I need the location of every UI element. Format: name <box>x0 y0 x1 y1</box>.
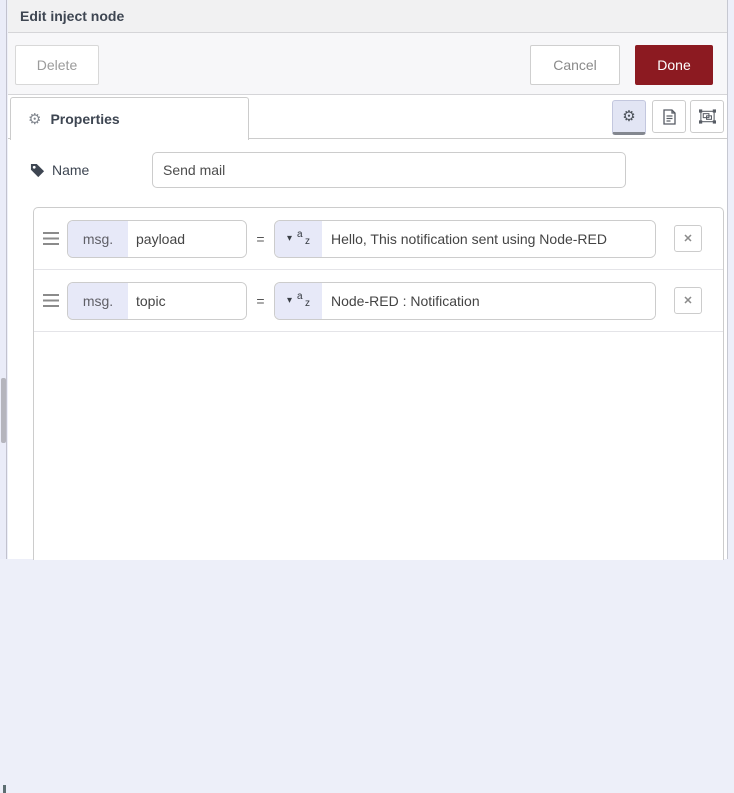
done-button[interactable]: Done <box>635 45 713 85</box>
scrollbar-thumb[interactable] <box>1 378 6 793</box>
type-select-button[interactable]: ▾ az <box>275 220 322 257</box>
topic-key-input[interactable] <box>128 282 246 319</box>
topic-typed-input: ▾ az <box>274 281 656 320</box>
type-select-button[interactable]: ▾ az <box>275 282 322 319</box>
object-group-icon <box>698 109 716 124</box>
document-icon <box>662 108 676 125</box>
dialog-header: Edit inject node <box>8 0 727 33</box>
payload-typed-input: ▾ az <box>274 219 656 258</box>
dialog-title: Edit inject node <box>20 8 125 24</box>
editor-tab-bar: ⚙ Properties ⚙ <box>8 95 727 140</box>
dialog-toolbar: Delete Cancel Done <box>8 33 727 95</box>
topic-value-input[interactable] <box>322 282 655 319</box>
string-type-icon: az <box>297 291 311 309</box>
equals-sign: = <box>256 292 265 309</box>
drag-handle-icon[interactable] <box>43 294 59 307</box>
remove-row-button[interactable]: ✕ <box>674 287 702 314</box>
payload-property-field: msg. <box>67 219 247 258</box>
close-icon: ✕ <box>683 295 693 307</box>
tab-properties-label: Properties <box>50 111 120 127</box>
name-field-row: Name <box>30 152 626 188</box>
properties-panel: Name msg. = ▾ az ✕ <box>8 139 727 560</box>
page-edge-strip <box>0 0 7 793</box>
gear-icon: ⚙ <box>622 108 636 125</box>
scrollbar-mark <box>3 785 6 793</box>
gear-icon: ⚙ <box>28 110 42 128</box>
close-icon: ✕ <box>683 233 693 245</box>
properties-tab-button[interactable]: ⚙ <box>612 100 646 135</box>
remove-row-button[interactable]: ✕ <box>674 225 702 252</box>
tab-properties[interactable]: ⚙ Properties <box>10 97 249 140</box>
property-row-payload: msg. = ▾ az ✕ <box>34 208 723 270</box>
edit-inject-node-dialog: Edit inject node Delete Cancel Done ⚙ Pr… <box>8 0 728 560</box>
chevron-down-icon: ▾ <box>286 294 293 306</box>
topic-property-field: msg. <box>67 281 247 320</box>
payload-key-input[interactable] <box>128 220 246 257</box>
tag-icon <box>30 163 45 177</box>
name-field-label: Name <box>52 162 90 178</box>
msg-prefix-label: msg. <box>68 220 128 257</box>
drag-handle-icon[interactable] <box>43 232 59 245</box>
description-tab-button[interactable] <box>652 100 686 133</box>
appearance-tab-button[interactable] <box>690 100 724 133</box>
string-type-icon: az <box>297 229 311 247</box>
name-input[interactable] <box>152 152 626 188</box>
inject-properties-list: msg. = ▾ az ✕ msg. <box>33 207 724 560</box>
chevron-down-icon: ▾ <box>286 232 293 244</box>
payload-value-input[interactable] <box>322 220 655 257</box>
cancel-button[interactable]: Cancel <box>530 45 620 85</box>
equals-sign: = <box>256 230 265 247</box>
delete-button[interactable]: Delete <box>15 45 99 85</box>
msg-prefix-label: msg. <box>68 282 128 319</box>
property-row-topic: msg. = ▾ az ✕ <box>34 270 723 332</box>
